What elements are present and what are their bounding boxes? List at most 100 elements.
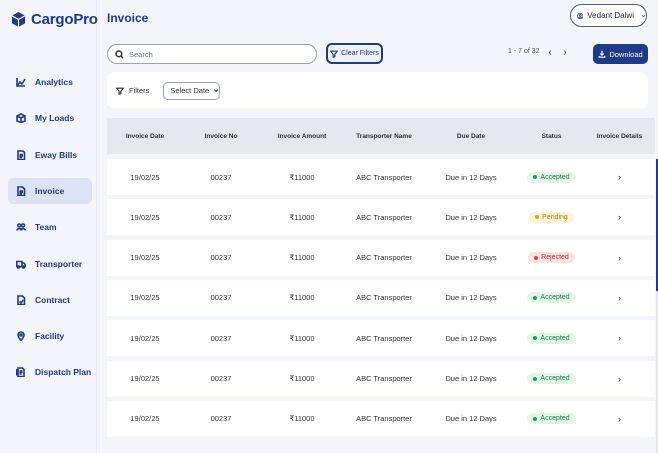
pagination-text: 1 - 7 of 32 <box>508 48 540 55</box>
date-select[interactable]: Select Date <box>163 81 221 100</box>
chevron-right-icon[interactable]: › <box>618 253 621 263</box>
sidebar-item-my-loads[interactable]: My Loads <box>8 105 92 131</box>
invoice-details-cell: › <box>584 253 655 263</box>
user-icon <box>577 12 584 19</box>
sidebar-item-invoice[interactable]: Invoice <box>8 178 92 204</box>
due-date: Due in 12 Days <box>445 333 497 343</box>
invoice-number: 00237 <box>210 293 232 303</box>
invoice-amount: ₹11000 <box>289 212 315 222</box>
page-title: Invoice <box>107 11 149 25</box>
box-icon <box>16 113 26 123</box>
due-date: Due in 12 Days <box>445 212 497 222</box>
table-row[interactable]: 19/02/25 00237 ₹11000 ABC Transporter Due in… <box>107 320 655 357</box>
table-row[interactable]: 19/02/25 00237 ₹11000 ABC Transporter Due in… <box>107 239 655 276</box>
chevron-right-icon[interactable]: › <box>618 333 621 343</box>
status-badge: Accepted <box>527 292 576 304</box>
invoice-number: 00237 <box>210 374 232 383</box>
status-label: Accepted <box>540 334 570 342</box>
status-dot-icon <box>533 416 538 421</box>
status-badge: Accepted <box>527 171 576 183</box>
sidebar-item-label: Invoice <box>35 186 65 196</box>
invoice-date: 19/02/25 <box>130 212 160 222</box>
chevron-down-icon <box>641 14 646 17</box>
chevron-left-icon[interactable]: ‹ <box>545 46 555 58</box>
column-header: Status <box>541 132 562 140</box>
user-menu-button[interactable]: Vedant Dalwi <box>570 4 647 27</box>
invoice-number: 00237 <box>210 172 232 182</box>
transporter-name: ABC Transporter <box>356 293 412 303</box>
status-badge: Accepted <box>527 373 576 384</box>
column-header: Due Date <box>456 132 486 140</box>
team-icon <box>16 222 26 232</box>
search-box[interactable] <box>107 44 317 64</box>
sidebar-item-facility[interactable]: Facility <box>8 323 92 349</box>
sidebar-item-team[interactable]: Team <box>8 214 92 240</box>
status-label: Rejected <box>541 254 569 262</box>
status-cell: Accepted <box>519 332 584 344</box>
download-icon <box>598 50 606 58</box>
filter-icon <box>115 82 125 100</box>
invoice-amount: ₹11000 <box>289 293 315 303</box>
invoice-amount: ₹11000 <box>289 253 315 263</box>
sidebar-item-contract[interactable]: Contract <box>8 287 92 313</box>
app-logo[interactable]: CargoPro <box>11 11 98 28</box>
transporter-name: ABC Transporter <box>356 253 412 263</box>
invoice-details-cell: › <box>584 293 655 303</box>
sidebar-item-label: Facility <box>35 331 65 341</box>
chevron-right-icon[interactable]: › <box>618 293 621 303</box>
column-header: Invoice Amount <box>277 132 327 140</box>
cube-logo-icon <box>11 12 26 27</box>
transporter-name: ABC Transporter <box>356 374 412 383</box>
sidebar-item-label: Contract <box>35 295 70 305</box>
sidebar-item-label: Analytics <box>35 77 73 87</box>
status-cell: Accepted <box>519 373 584 384</box>
document-icon <box>16 150 26 160</box>
status-dot-icon <box>533 175 538 179</box>
column-header: Invoice No <box>204 132 238 140</box>
table-row[interactable]: 19/02/25 00237 ₹11000 ABC Transporter Due in… <box>107 360 655 397</box>
location-pin-icon <box>16 331 26 341</box>
app-name: CargoPro <box>31 11 98 28</box>
invoice-number: 00237 <box>210 333 232 343</box>
sidebar-item-transporter[interactable]: Transporter <box>8 251 92 277</box>
due-date: Due in 12 Days <box>445 414 497 424</box>
table-row[interactable]: 19/02/25 00237 ₹11000 ABC Transporter Due in… <box>107 199 655 236</box>
invoice-amount: ₹11000 <box>289 414 315 424</box>
invoice-number: 00237 <box>210 253 232 263</box>
chevron-right-icon[interactable]: › <box>618 212 621 222</box>
sidebar-item-label: My Loads <box>35 113 75 123</box>
sidebar-item-eway-bills[interactable]: Eway Bills <box>8 142 92 168</box>
table-row[interactable]: 19/02/25 00237 ₹11000 ABC Transporter Due in… <box>107 159 655 195</box>
status-dot-icon <box>533 376 538 381</box>
invoice-date: 19/02/25 <box>130 172 160 182</box>
search-icon <box>115 49 124 59</box>
sidebar-item-label: Eway Bills <box>35 150 78 160</box>
status-cell: Rejected <box>519 252 584 264</box>
chevron-right-icon[interactable]: › <box>618 414 621 424</box>
status-dot-icon <box>534 255 539 260</box>
invoice-details-cell: › <box>584 212 655 222</box>
search-input[interactable] <box>129 49 309 59</box>
clear-filters-button[interactable]: Clear Filters <box>326 43 383 64</box>
download-button[interactable]: Download <box>593 44 648 64</box>
column-header: Invoice Date <box>125 132 165 140</box>
transporter-name: ABC Transporter <box>356 333 412 343</box>
date-select-label: Select Date <box>170 86 210 95</box>
chevron-down-icon <box>214 89 219 93</box>
chevron-right-icon[interactable]: › <box>560 46 570 58</box>
invoice-number: 00237 <box>210 212 232 222</box>
status-badge: Rejected <box>528 252 575 264</box>
status-badge: Accepted <box>527 413 576 425</box>
chevron-right-icon[interactable]: › <box>618 374 621 384</box>
status-dot-icon <box>533 336 538 341</box>
invoice-details-cell: › <box>584 414 655 424</box>
invoice-date: 19/02/25 <box>130 414 160 424</box>
invoice-details-cell: › <box>584 333 655 343</box>
sidebar-item-dispatch-plan[interactable]: Dispatch Plan <box>8 359 92 385</box>
chevron-right-icon[interactable]: › <box>618 172 621 182</box>
table-row[interactable]: 19/02/25 00237 ₹11000 ABC Transporter Due in… <box>107 279 655 316</box>
status-cell: Accepted <box>519 171 584 183</box>
status-dot-icon <box>535 215 540 220</box>
sidebar-item-analytics[interactable]: Analytics <box>8 69 92 95</box>
table-row[interactable]: 19/02/25 00237 ₹11000 ABC Transporter Due in… <box>107 400 655 437</box>
